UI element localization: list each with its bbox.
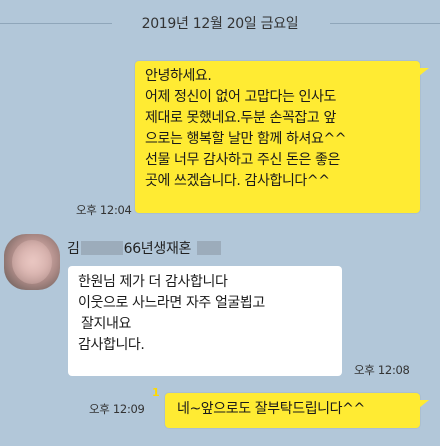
received-message-bubble[interactable]: 한원님 제가 더 감사합니다 이웃으로 사느라면 자주 얼굴뵙고 잘지내요 감사…	[68, 266, 342, 376]
my-message-bubble[interactable]: 네~앞으로도 잘부탁드립니다^^	[165, 393, 420, 428]
bubble-tail	[419, 68, 429, 76]
message-time: 오후 12:04	[76, 203, 132, 217]
sender-avatar[interactable]	[4, 234, 60, 290]
message-line: 한원님 제가 더 감사합니다	[78, 274, 228, 290]
sender-name-suffix: 66년생재혼	[123, 241, 192, 257]
message-line: 선물 너무 감사하고 주신 돈은 좋은	[145, 152, 340, 168]
message-time: 오후 12:09	[89, 402, 145, 416]
date-label: 2019년 12월 20일 금요일	[141, 16, 299, 32]
message-line: 감사합니다.	[78, 337, 145, 353]
message-line: 어제 정신이 없어 고맙다는 인사도	[145, 89, 336, 105]
divider	[0, 23, 112, 24]
message-line: 잘지내요	[81, 316, 131, 332]
message-line: 이웃으로 사느라면 자주 얼굴뵙고	[78, 295, 265, 311]
message-line: 곳에 쓰겠습니다. 감사합니다^^	[145, 173, 330, 189]
date-separator: 2019년 12월 20일 금요일	[0, 10, 440, 36]
my-message-bubble[interactable]: 안녕하세요. 어제 정신이 없어 고맙다는 인사도 제대로 못했네요.두분 손꼭…	[135, 61, 420, 213]
message-line: 네~앞으로도 잘부탁드립니다^^	[177, 401, 365, 417]
name-redaction	[197, 241, 222, 255]
divider	[330, 23, 440, 24]
unread-count: 1	[152, 386, 160, 399]
sender-name-prefix: 김	[67, 241, 80, 257]
message-line: 제대로 못했네요.두분 손꼭잡고 앞	[145, 110, 336, 126]
message-line: 으로는 행복할 날만 함께 하셔요^^	[145, 131, 347, 147]
sender-name[interactable]: 김 66년생재혼	[67, 238, 222, 258]
bubble-tail	[419, 400, 429, 408]
message-time: 오후 12:08	[354, 363, 410, 377]
message-line: 안녕하세요.	[145, 68, 212, 84]
name-redaction	[80, 241, 123, 255]
